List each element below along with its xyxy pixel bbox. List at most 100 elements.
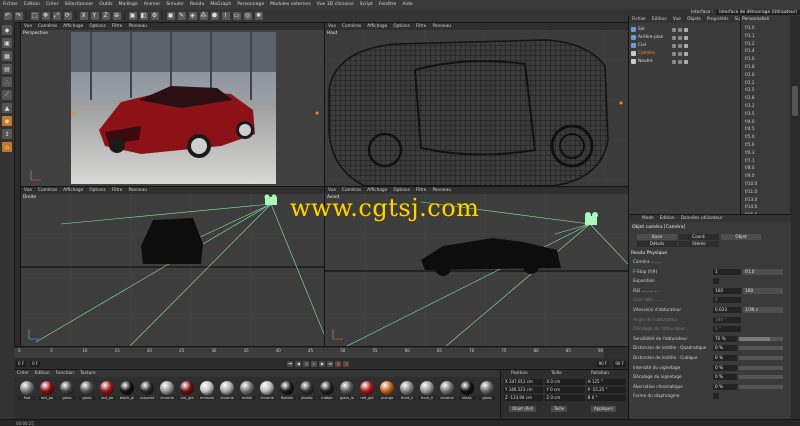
tag-icon[interactable] [684,35,688,40]
property-value-field[interactable]: 0 % [713,355,737,361]
coord-icon[interactable]: ⊕ [112,11,121,20]
dropdown-option[interactable]: f/2.5 [745,87,755,92]
visibility-icon[interactable] [672,35,676,40]
z-axis-icon[interactable]: Z [101,11,110,20]
render-icon[interactable]: ◧ [139,11,148,20]
visibility-icon[interactable] [672,27,676,32]
floor-icon[interactable]: ▭ [232,11,241,20]
coord-size-x[interactable]: X 0 cm [545,379,585,385]
x-axis-icon[interactable]: X [79,11,88,20]
prev-key-icon[interactable]: ◀ [295,360,302,367]
dropdown-option[interactable]: f/10.0 [745,181,757,186]
coord-size-mode-select[interactable]: Taille [551,406,568,412]
play-backward-icon[interactable]: ◁ [303,360,310,367]
vp-menu-item[interactable]: Affichage [60,24,86,29]
vp-menu-item[interactable]: Options [390,188,413,193]
material-swatch[interactable]: orange [378,380,396,404]
array-icon[interactable]: ⁂ [199,11,208,20]
vp-menu-item[interactable]: Panneau [125,24,149,29]
vp-menu-item[interactable]: Filtre [413,24,430,29]
viewport-top[interactable]: Vue Caméras Affichage Options Filtre Pan… [324,22,629,187]
material-swatch[interactable]: glass_la [338,380,356,404]
menu-item[interactable]: Rendu [187,2,208,7]
material-swatch[interactable]: front_li [418,380,436,404]
coord-size-z[interactable]: Z 0 cm [545,395,585,401]
scale-icon[interactable]: ⤢ [52,11,61,20]
material-swatch[interactable]: black [458,380,476,404]
object-row[interactable]: Sol [631,26,739,33]
property-value-field[interactable]: 0 % [713,345,737,352]
vp-menu-item[interactable]: Panneau [429,24,453,29]
material-swatch[interactable]: red_pa [38,380,56,404]
vp-menu-item[interactable]: Options [390,24,413,29]
mat-menu-item[interactable]: Texture [77,371,99,376]
menu-item[interactable]: Simuler [163,2,187,7]
object-name[interactable]: Caméra [638,51,670,56]
mode-polygons-icon[interactable]: ▲ [2,103,12,113]
layout-switcher[interactable]: Interface : Interface de démarrage (Util… [628,9,800,16]
menu-item[interactable]: Sélectionner [61,2,96,7]
cube-icon[interactable]: ◼ [166,11,175,20]
property-slider[interactable] [739,356,783,360]
mode-points-icon[interactable]: ∴ [2,77,12,87]
object-name[interactable]: Arrière-plan [638,35,670,40]
attr-menu-item[interactable]: Données utilisateur [678,216,726,221]
tag-icon[interactable] [684,27,688,32]
menu-item[interactable]: Maillage [116,2,141,7]
material-swatch[interactable]: red_gla [178,380,196,404]
dropdown-option[interactable]: f/1.4 [745,48,755,53]
material-swatch[interactable]: carpaint [138,380,156,404]
dropdown-option[interactable]: f/3.5 [745,111,755,116]
select-icon[interactable]: ⬚ [30,11,39,20]
object-name[interactable]: Ciel [638,43,670,48]
property-slider[interactable] [739,375,783,380]
dropdown-option[interactable]: f/8.0 [745,165,755,170]
vp-menu-item[interactable]: Vue [21,24,35,29]
coord-rotation-h[interactable]: H 125 ° [586,379,626,385]
autokey-icon[interactable]: ◉ [343,360,350,367]
vp-menu-item[interactable]: Affichage [60,188,86,193]
object-name[interactable]: Neutre [638,59,670,64]
property-preset-dropdown[interactable]: 100 [743,287,783,294]
visibility-icon[interactable] [672,43,676,48]
goto-end-icon[interactable]: ⏭ [327,360,334,367]
menu-item[interactable]: Aide [399,2,415,7]
vp-menu-item[interactable]: Filtre [109,24,126,29]
timeline-ruler[interactable]: 0 5 10 15 20 25 30 35 40 45 50 55 60 65 70 75 80 85 90 [14,348,604,358]
snap-icon[interactable]: ◉ [2,116,12,126]
obj-menu-item[interactable]: Vue [670,17,684,22]
dropdown-option[interactable]: f/1.0 [745,25,755,30]
check-icon[interactable] [678,35,682,40]
material-swatch[interactable]: emissio [198,380,216,404]
menu-item[interactable]: Personnage [234,2,267,7]
property-value-field[interactable]: 0 % [713,383,737,390]
vp-menu-item[interactable]: Panneau [429,188,453,193]
property-value-field[interactable]: 0 % [713,374,737,381]
vp-menu-item[interactable]: Caméras [35,24,60,29]
property-checkbox[interactable] [713,393,719,400]
dropdown-option[interactable]: f/1.8 [745,64,755,69]
tab-objet[interactable]: Objet [721,234,761,240]
menu-item[interactable]: Modules externes [267,2,314,7]
mode-edges-icon[interactable]: ⟋ [2,90,12,100]
dropdown-option[interactable]: f/1.6 [745,56,755,61]
material-swatch[interactable]: red_gla [358,380,376,404]
vp-menu-item[interactable]: Options [86,24,109,29]
dropdown-option[interactable]: f/4.0 [745,119,755,124]
object-row[interactable]: Ciel [631,42,739,49]
dropdown-option[interactable]: f/4.5 [745,126,755,131]
dropdown-option[interactable]: f/1.2 [745,41,755,46]
y-axis-icon[interactable]: Y [90,11,99,20]
visibility-icon[interactable] [672,59,676,64]
next-key-icon[interactable]: ▶ [319,360,326,367]
tab-base[interactable]: Base [637,234,677,240]
object-row[interactable]: Neutre [631,58,739,65]
coord-position-y[interactable]: Y 146.523 cm [504,387,544,393]
vp-menu-item[interactable]: Caméras [339,188,364,193]
visibility-icon[interactable] [672,51,676,56]
dropdown-option[interactable]: f/6.3 [745,150,755,155]
material-swatch[interactable]: rubber [318,380,336,404]
property-slider[interactable] [739,346,783,351]
dropdown-option[interactable]: f/13.0 [745,197,757,202]
viewport-right[interactable]: Vue Caméras Affichage Options Filtre Pan… [20,186,325,348]
